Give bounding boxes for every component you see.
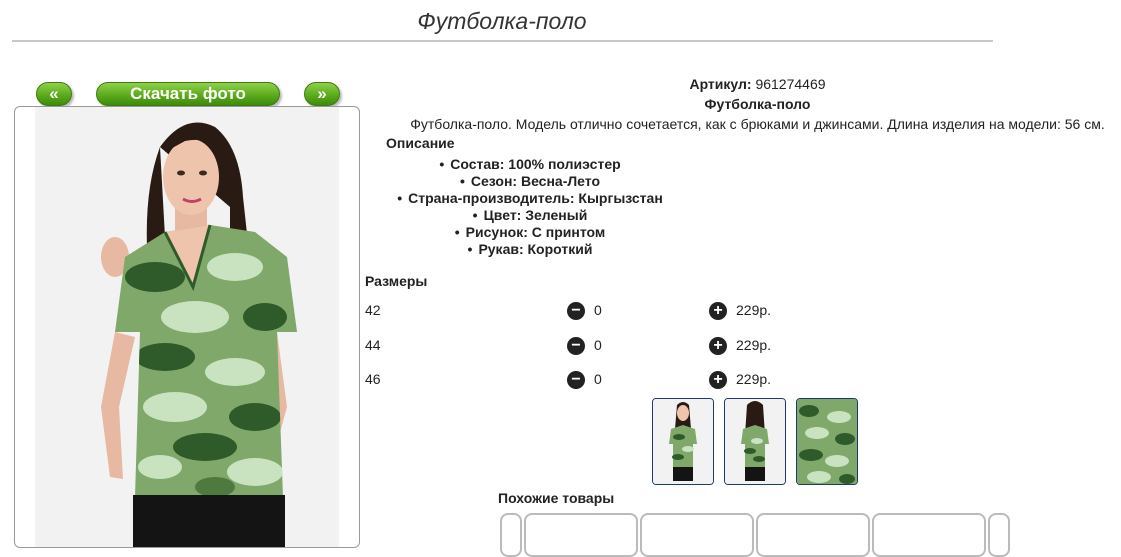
size-price: 229р.: [736, 337, 772, 353]
similar-prev-button[interactable]: [500, 513, 522, 557]
thumbnail-fabric[interactable]: [796, 398, 858, 485]
thumbnail-back[interactable]: [724, 398, 786, 485]
similar-next-button[interactable]: [988, 513, 1010, 557]
attribute-list: • Состав: 100% полиэстер • Сезон: Весна-Ле…: [380, 156, 680, 258]
size-label: 42: [365, 302, 381, 318]
page-title: Футболка-поло: [417, 8, 587, 34]
similar-heading: Похожие товары: [498, 490, 615, 506]
similar-item[interactable]: [640, 513, 754, 557]
size-price: 229р.: [736, 302, 772, 318]
minus-icon[interactable]: −: [567, 302, 585, 320]
size-label: 46: [365, 371, 381, 387]
attribute-item: • Страна-производитель: Кыргызстан: [397, 190, 663, 206]
attribute-item: • Цвет: Зеленый: [472, 207, 588, 223]
minus-icon[interactable]: −: [567, 371, 585, 389]
plus-icon[interactable]: +: [709, 337, 727, 355]
thumbnail-front[interactable]: [652, 398, 714, 485]
attribute-item: • Рукав: Короткий: [467, 241, 593, 257]
main-product-photo[interactable]: [14, 106, 360, 548]
attribute-item: • Рисунок: С принтом: [454, 224, 606, 240]
sizes-heading: Размеры: [365, 273, 428, 289]
size-quantity: 0: [594, 371, 602, 387]
plus-icon[interactable]: +: [709, 371, 727, 389]
attribute-item: • Сезон: Весна-Лето: [459, 173, 601, 189]
size-row: 44 − 0 + 229р.: [365, 337, 825, 357]
size-quantity: 0: [594, 337, 602, 353]
next-photo-button[interactable]: »: [304, 82, 340, 106]
similar-item[interactable]: [756, 513, 870, 557]
title-divider: [12, 40, 993, 42]
size-price: 229р.: [736, 371, 772, 387]
description-heading: Описание: [386, 135, 455, 151]
download-photo-button[interactable]: Скачать фото: [96, 82, 280, 106]
article-label: Артикул:: [689, 76, 752, 92]
article-value: 961274469: [755, 76, 826, 92]
attribute-item: • Состав: 100% полиэстер: [439, 156, 621, 172]
product-summary: Футболка-поло. Модель отлично сочетается…: [410, 116, 1105, 132]
size-row: 46 − 0 + 229р.: [365, 371, 825, 391]
size-label: 44: [365, 337, 381, 353]
size-quantity: 0: [594, 302, 602, 318]
size-row: 42 − 0 + 229р.: [365, 302, 825, 322]
minus-icon[interactable]: −: [567, 337, 585, 355]
plus-icon[interactable]: +: [709, 302, 727, 320]
similar-item[interactable]: [872, 513, 986, 557]
prev-photo-button[interactable]: «: [36, 82, 72, 106]
similar-item[interactable]: [524, 513, 638, 557]
product-name: Футболка-поло: [704, 96, 811, 112]
